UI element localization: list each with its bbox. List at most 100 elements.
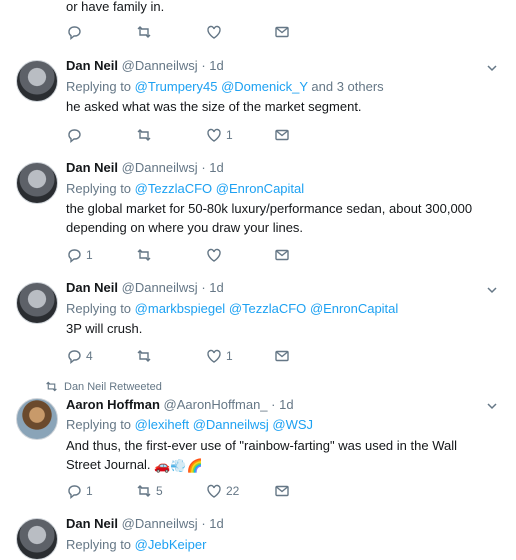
tweet-header: Dan Neil @Danneilwsj · 1d: [66, 516, 224, 531]
retweet-icon: [137, 26, 151, 38]
heart-icon: [207, 248, 221, 262]
tweet-actions: [66, 23, 306, 41]
reply-button[interactable]: 1: [66, 246, 93, 264]
tweet[interactable]: Dan Neil @Danneilwsj · 1d Replying to @T…: [0, 48, 516, 151]
tweet-time[interactable]: · 1d: [201, 160, 223, 175]
reply-button[interactable]: [66, 23, 82, 41]
retweeted-by[interactable]: Dan Neil Retweeted: [64, 381, 162, 393]
replying-others[interactable]: and 3 others: [311, 79, 383, 94]
mention-link[interactable]: @lexiheft: [135, 417, 189, 432]
avatar[interactable]: [16, 282, 58, 324]
replying-to-label: Replying to: [66, 79, 132, 94]
emoji-car-dash-rainbow: 🚗💨🌈: [154, 458, 203, 474]
avatar[interactable]: [16, 518, 58, 560]
tweet-header: Dan Neil @Danneilwsj · 1d: [66, 58, 224, 73]
mention-link[interactable]: @EnronCapital: [216, 181, 304, 196]
replying-to-label: Replying to: [66, 417, 132, 432]
retweet-icon: [137, 129, 151, 141]
avatar[interactable]: [16, 162, 58, 204]
tweet-time[interactable]: · 1d: [201, 516, 223, 531]
tweet-text: the global market for 50-80k luxury/perf…: [66, 201, 473, 235]
chevron-down-icon[interactable]: [486, 284, 498, 296]
retweet-button[interactable]: 5: [136, 482, 163, 500]
replying-to: Replying to @lexiheft @Danneilwsj @WSJ: [66, 417, 313, 432]
tweet[interactable]: Dan Neil @Danneilwsj · 1d Replying to @J…: [0, 508, 516, 560]
mention-link[interactable]: @WSJ: [272, 417, 313, 432]
author-name[interactable]: Dan Neil: [66, 280, 118, 295]
tweet-text: or have family in.: [66, 0, 165, 14]
reply-count: 4: [86, 349, 93, 363]
heart-icon: [207, 25, 221, 39]
reply-icon: [68, 249, 81, 263]
like-button[interactable]: 22: [206, 482, 239, 500]
reply-button[interactable]: 4: [66, 347, 93, 365]
mention-link[interactable]: @Danneilwsj: [193, 417, 269, 432]
replying-to-label: Replying to: [66, 181, 132, 196]
mention-link[interactable]: @markbspiegel: [135, 301, 226, 316]
author-handle[interactable]: @AaronHoffman_: [164, 397, 268, 412]
retweet-banner: Dan Neil Retweeted: [45, 380, 162, 393]
dm-button[interactable]: [274, 246, 290, 264]
like-button[interactable]: 1: [206, 126, 233, 144]
envelope-icon: [275, 129, 289, 141]
chevron-down-icon[interactable]: [486, 400, 498, 412]
mention-link[interactable]: @TezzlaCFO: [135, 181, 213, 196]
like-button[interactable]: [206, 246, 226, 264]
mention-link[interactable]: @Trumpery45: [135, 79, 218, 94]
dm-button[interactable]: [274, 23, 290, 41]
like-count: 22: [226, 484, 240, 498]
avatar[interactable]: [16, 60, 58, 102]
tweet-actions: 1: [66, 126, 306, 144]
author-handle[interactable]: @Danneilwsj: [122, 516, 198, 531]
mention-link[interactable]: @EnronCapital: [310, 301, 398, 316]
dm-button[interactable]: [274, 347, 290, 365]
reply-button[interactable]: [66, 126, 86, 144]
heart-icon: [207, 484, 221, 498]
author-name[interactable]: Aaron Hoffman: [66, 397, 160, 412]
author-handle[interactable]: @Danneilwsj: [122, 58, 198, 73]
retweet-icon: [46, 381, 57, 392]
retweet-button[interactable]: [136, 246, 156, 264]
tweet-fragment[interactable]: or have family in.: [0, 0, 516, 49]
like-button[interactable]: [206, 23, 222, 41]
retweet-button[interactable]: [136, 23, 152, 41]
mention-link[interactable]: @TezzlaCFO: [229, 301, 307, 316]
tweet-time[interactable]: · 1d: [201, 280, 223, 295]
reply-icon: [68, 26, 81, 40]
author-name[interactable]: Dan Neil: [66, 160, 118, 175]
tweet-time[interactable]: · 1d: [201, 58, 223, 73]
tweet[interactable]: Dan Neil @Danneilwsj · 1d Replying to @m…: [0, 270, 516, 373]
tweet-text: 3P will crush.: [66, 321, 143, 336]
tweet-header: Aaron Hoffman @AaronHoffman_ · 1d: [66, 397, 294, 412]
dm-button[interactable]: [274, 126, 290, 144]
mention-link[interactable]: @Domenick_Y: [221, 79, 308, 94]
envelope-icon: [275, 249, 289, 261]
tweet-actions: 1: [66, 246, 306, 264]
dm-button[interactable]: [274, 482, 290, 500]
envelope-icon: [275, 485, 289, 497]
reply-count: 1: [86, 484, 93, 498]
author-name[interactable]: Dan Neil: [66, 516, 118, 531]
replying-to: Replying to @TezzlaCFO @EnronCapital: [66, 181, 304, 196]
retweet-icon: [137, 485, 151, 497]
retweet-count: 5: [156, 484, 163, 498]
retweet-button[interactable]: [136, 347, 156, 365]
reply-button[interactable]: 1: [66, 482, 93, 500]
author-name[interactable]: Dan Neil: [66, 58, 118, 73]
heart-icon: [207, 128, 221, 142]
author-handle[interactable]: @Danneilwsj: [122, 160, 198, 175]
like-button[interactable]: 1: [206, 347, 233, 365]
tweet[interactable]: Dan Neil Retweeted Aaron Hoffman @AaronH…: [0, 372, 516, 509]
avatar[interactable]: [16, 398, 58, 440]
author-handle[interactable]: @Danneilwsj: [122, 280, 198, 295]
chevron-down-icon[interactable]: [486, 62, 498, 74]
retweet-icon: [137, 249, 151, 261]
tweet[interactable]: Dan Neil @Danneilwsj · 1d Replying to @T…: [0, 150, 516, 271]
retweet-button[interactable]: [136, 126, 156, 144]
tweet-text: he asked what was the size of the market…: [66, 99, 362, 114]
reply-icon: [68, 350, 81, 364]
like-count: 1: [226, 349, 233, 363]
tweet-time[interactable]: · 1d: [271, 397, 293, 412]
replying-to: Replying to @Trumpery45 @Domenick_Y and …: [66, 79, 384, 94]
tweet-header: Dan Neil @Danneilwsj · 1d: [66, 160, 224, 175]
